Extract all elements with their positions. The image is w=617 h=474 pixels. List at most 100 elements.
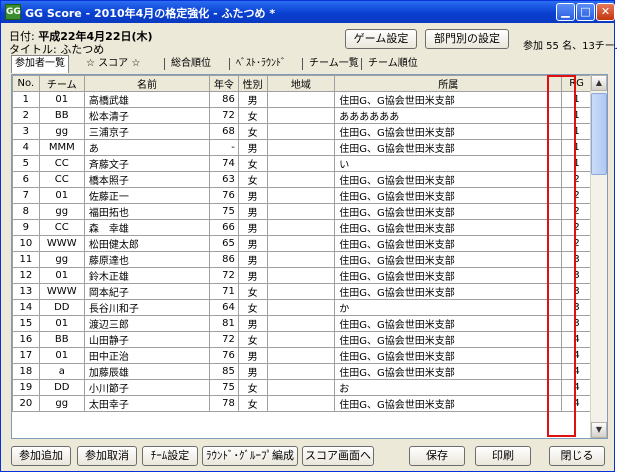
cell-region[interactable] xyxy=(266,235,336,252)
cell-region[interactable] xyxy=(266,267,336,284)
cell-region[interactable] xyxy=(266,299,336,316)
cell-team[interactable]: WWW xyxy=(38,283,85,300)
cell-rg[interactable]: 4 xyxy=(561,395,592,412)
cell-team[interactable]: BB xyxy=(38,107,85,124)
cell-gender[interactable]: 男 xyxy=(237,267,268,284)
col-region-header[interactable]: 地域 xyxy=(266,75,336,92)
vertical-scrollbar[interactable]: ▲ ▼ xyxy=(590,75,607,438)
cell-no[interactable]: 13 xyxy=(12,283,40,300)
table-row[interactable]: 14 DD 長谷川和子 64 女 か 3 xyxy=(12,299,592,316)
cell-gender[interactable]: 男 xyxy=(237,363,268,380)
cell-affiliation[interactable]: い xyxy=(334,155,563,172)
col-name-header[interactable]: 名前 xyxy=(83,75,211,92)
cell-age[interactable]: 72 xyxy=(209,267,239,284)
cell-name[interactable]: 橋本照子 xyxy=(83,171,211,188)
cell-no[interactable]: 12 xyxy=(12,267,40,284)
table-row[interactable]: 9 CC 森 幸雄 66 男 住田G、G協会世田米支部 2 xyxy=(12,219,592,236)
col-rg-header[interactable]: RG xyxy=(561,75,592,92)
cell-team[interactable]: DD xyxy=(38,299,85,316)
cell-rg[interactable]: 4 xyxy=(561,379,592,396)
cell-no[interactable]: 3 xyxy=(12,123,40,140)
save-button[interactable]: 保存 xyxy=(409,446,465,466)
cell-affiliation[interactable]: 住田G、G協会世田米支部 xyxy=(334,91,563,108)
cell-age[interactable]: 63 xyxy=(209,171,239,188)
cell-rg[interactable]: 4 xyxy=(561,347,592,364)
cell-rg[interactable]: 2 xyxy=(561,203,592,220)
cell-affiliation[interactable]: 住田G、G協会世田米支部 xyxy=(334,171,563,188)
cell-name[interactable]: 渡辺三郎 xyxy=(83,315,211,332)
maximize-icon[interactable]: □ xyxy=(576,3,595,21)
cell-rg[interactable]: 1 xyxy=(561,155,592,172)
cell-team[interactable]: 01 xyxy=(38,91,85,108)
cell-region[interactable] xyxy=(266,91,336,108)
cell-name[interactable]: 太田幸子 xyxy=(83,395,211,412)
participant-grid[interactable]: No. チーム 名前 年令 性別 地域 所属 RG 1 01 高橋武雄 86 男住田G、… xyxy=(11,74,608,439)
cell-team[interactable]: gg xyxy=(38,251,85,268)
cell-no[interactable]: 2 xyxy=(12,107,40,124)
cell-no[interactable]: 11 xyxy=(12,251,40,268)
cancel-participant-button[interactable]: 参加取消 xyxy=(77,446,137,466)
cell-age[interactable]: 68 xyxy=(209,123,239,140)
cell-affiliation[interactable]: 住田G、G協会世田米支部 xyxy=(334,347,563,364)
cell-name[interactable]: 田中正治 xyxy=(83,347,211,364)
cell-age[interactable]: 86 xyxy=(209,251,239,268)
cell-rg[interactable]: 3 xyxy=(561,251,592,268)
cell-gender[interactable]: 男 xyxy=(237,139,268,156)
table-row[interactable]: 11 gg 藤原達也 86 男 住田G、G協会世田米支部 3 xyxy=(12,251,592,268)
cell-age[interactable]: 71 xyxy=(209,283,239,300)
col-affiliation-header[interactable]: 所属 xyxy=(334,75,563,92)
table-row[interactable]: 18 a 加藤辰雄 85 男 住田G、G協会世田米支部 4 xyxy=(12,363,592,380)
cell-team[interactable]: MMM xyxy=(38,139,85,156)
cell-name[interactable]: 斉藤文子 xyxy=(83,155,211,172)
cell-age[interactable]: 72 xyxy=(209,107,239,124)
cell-no[interactable]: 18 xyxy=(12,363,40,380)
cell-name[interactable]: 福田拓也 xyxy=(83,203,211,220)
cell-region[interactable] xyxy=(266,251,336,268)
cell-gender[interactable]: 女 xyxy=(237,299,268,316)
cell-affiliation[interactable]: 住田G、G協会世田米支部 xyxy=(334,123,563,140)
cell-age[interactable]: 66 xyxy=(209,219,239,236)
cell-age[interactable]: 74 xyxy=(209,155,239,172)
table-row[interactable]: 4 MMM あ - 男 住田G、G協会世田米支部 1 xyxy=(12,139,592,156)
scroll-up-icon[interactable]: ▲ xyxy=(591,75,607,91)
cell-gender[interactable]: 女 xyxy=(237,331,268,348)
cell-age[interactable]: 86 xyxy=(209,91,239,108)
cell-rg[interactable]: 1 xyxy=(561,123,592,140)
cell-team[interactable]: 01 xyxy=(38,187,85,204)
cell-rg[interactable]: 4 xyxy=(561,331,592,348)
cell-rg[interactable]: 1 xyxy=(561,139,592,156)
cell-gender[interactable]: 男 xyxy=(237,251,268,268)
cell-gender[interactable]: 女 xyxy=(237,379,268,396)
cell-gender[interactable]: 男 xyxy=(237,347,268,364)
cell-name[interactable]: 長谷川和子 xyxy=(83,299,211,316)
team-settings-button[interactable]: ﾁｰﾑ設定 xyxy=(142,446,198,466)
cell-no[interactable]: 7 xyxy=(12,187,40,204)
cell-no[interactable]: 14 xyxy=(12,299,40,316)
table-row[interactable]: 7 01 佐藤正一 76 男 住田G、G協会世田米支部 2 xyxy=(12,187,592,204)
cell-age[interactable]: 81 xyxy=(209,315,239,332)
cell-team[interactable]: 01 xyxy=(38,315,85,332)
cell-region[interactable] xyxy=(266,379,336,396)
cell-gender[interactable]: 女 xyxy=(237,171,268,188)
cell-gender[interactable]: 女 xyxy=(237,395,268,412)
cell-affiliation[interactable]: 住田G、G協会世田米支部 xyxy=(334,187,563,204)
cell-name[interactable]: 小川節子 xyxy=(83,379,211,396)
cell-no[interactable]: 16 xyxy=(12,331,40,348)
cell-region[interactable] xyxy=(266,155,336,172)
cell-age[interactable]: 78 xyxy=(209,395,239,412)
cell-region[interactable] xyxy=(266,395,336,412)
table-row[interactable]: 8 gg 福田拓也 75 男 住田G、G協会世田米支部 2 xyxy=(12,203,592,220)
cell-name[interactable]: 鈴木正雄 xyxy=(83,267,211,284)
cell-affiliation[interactable]: 住田G、G協会世田米支部 xyxy=(334,331,563,348)
cell-affiliation[interactable]: ああああああ xyxy=(334,107,563,124)
cell-affiliation[interactable]: 住田G、G協会世田米支部 xyxy=(334,315,563,332)
cell-team[interactable]: gg xyxy=(38,395,85,412)
col-no-header[interactable]: No. xyxy=(12,75,40,92)
cell-region[interactable] xyxy=(266,315,336,332)
cell-region[interactable] xyxy=(266,219,336,236)
print-button[interactable]: 印刷 xyxy=(475,446,531,466)
dept-settings-button[interactable]: 部門別の設定 xyxy=(425,29,509,49)
cell-region[interactable] xyxy=(266,283,336,300)
cell-affiliation[interactable]: 住田G、G協会世田米支部 xyxy=(334,363,563,380)
cell-gender[interactable]: 男 xyxy=(237,315,268,332)
